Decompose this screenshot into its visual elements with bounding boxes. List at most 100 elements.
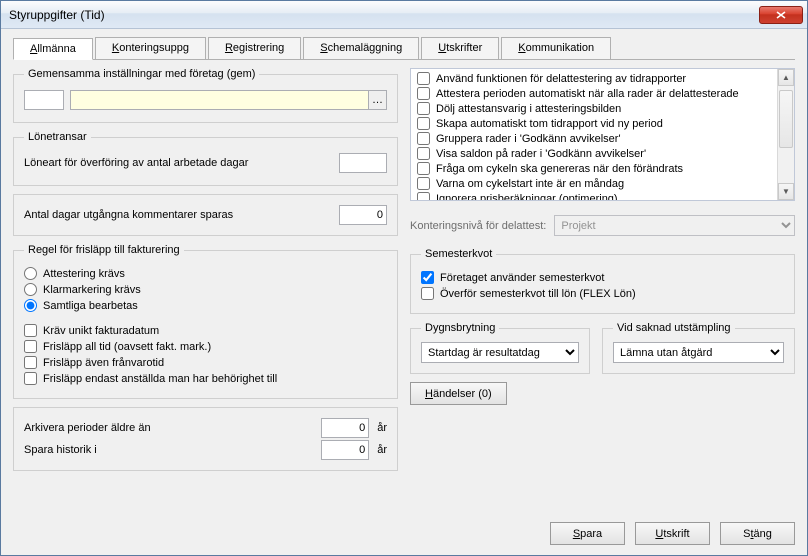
list-item[interactable]: Ignorera prisberäkningar (optimering) [411,191,777,200]
konteringsniva-label: Konteringsnivå för delattest: [410,220,546,232]
check-krav-unikt-label: Kräv unikt fakturadatum [43,325,159,337]
check-frislapp-behorighet[interactable]: Frisläpp endast anställda man har behöri… [24,372,387,385]
tab-schemalaggning[interactable]: Schemaläggning [303,37,419,59]
listbox-scrollbar[interactable]: ▲ ▼ [777,69,794,200]
arkivera-unit: år [377,422,387,434]
check-frislapp-all[interactable]: Frisläpp all tid (oavsett fakt. mark.) [24,340,387,353]
list-item-label: Attestera perioden automatiskt när alla … [436,88,739,100]
radio-samtliga-input[interactable] [24,299,37,312]
dygns-vidsaknad-row: Dygnsbrytning Startdag är resultatdag Vi… [410,322,795,374]
check-frislapp-behorighet-input[interactable] [24,372,37,385]
footer-buttons: Spara Utskrift Stäng [13,513,795,545]
check-overfor-semesterkvot-label: Överför semesterkvot till lön (FLEX Lön) [440,288,636,300]
check-frislapp-franvaro-input[interactable] [24,356,37,369]
check-frislapp-all-label: Frisläpp all tid (oavsett fakt. mark.) [43,341,211,353]
list-item-check[interactable] [417,87,430,100]
tab-allmanna[interactable]: Allmänna [13,38,93,60]
close-icon [776,11,786,19]
group-dygnsbrytning: Dygnsbrytning Startdag är resultatdag [410,322,590,374]
radio-klarmarkering-input[interactable] [24,283,37,296]
tab-utskrifter[interactable]: Utskrifter [421,37,499,59]
gem-browse-field[interactable]: … [70,90,387,110]
group-lonetransar: Lönetransar Löneart för överföring av an… [13,131,398,186]
list-item-check[interactable] [417,192,430,200]
check-frislapp-behorighet-label: Frisläpp endast anställda man har behöri… [43,373,277,385]
list-item-check[interactable] [417,132,430,145]
list-item[interactable]: Använd funktionen för delattestering av … [411,71,777,86]
spara-historik-input[interactable] [321,440,369,460]
list-item-check[interactable] [417,72,430,85]
ellipsis-icon: … [372,94,383,106]
options-list-items: Använd funktionen för delattestering av … [411,69,777,200]
arkivera-box: Arkivera perioder äldre än år Spara hist… [13,407,398,471]
list-item[interactable]: Dölj attestansvarig i attesteringsbilden [411,101,777,116]
list-item[interactable]: Gruppera rader i 'Godkänn avvikelser' [411,131,777,146]
check-overfor-semesterkvot-input[interactable] [421,287,434,300]
arkivera-input[interactable] [321,418,369,438]
check-foretaget-semesterkvot[interactable]: Företaget använder semesterkvot [421,271,784,284]
client-area: Allmänna Konteringsuppg Registrering Sch… [1,29,807,555]
radio-samtliga[interactable]: Samtliga bearbetas [24,299,387,312]
window: Styruppgifter (Tid) Allmänna Konteringsu… [0,0,808,556]
radio-klarmarkering-label: Klarmarkering krävs [43,284,141,296]
list-item-check[interactable] [417,102,430,115]
group-lonetransar-legend: Lönetransar [24,131,91,143]
list-item-label: Ignorera prisberäkningar (optimering) [436,193,618,201]
scroll-thumb[interactable] [779,90,793,148]
list-item-label: Fråga om cykeln ska genereras när den fö… [436,163,683,175]
check-overfor-semesterkvot[interactable]: Överför semesterkvot till lön (FLEX Lön) [421,287,784,300]
gem-browse-button[interactable]: … [368,91,386,109]
list-item-check[interactable] [417,147,430,160]
gem-code-input[interactable] [24,90,64,110]
group-vidsaknad: Vid saknad utstämpling Lämna utan åtgärd [602,322,795,374]
list-item[interactable]: Fråga om cykeln ska genereras när den fö… [411,161,777,176]
antal-dagar-input[interactable] [339,205,387,225]
list-item-label: Gruppera rader i 'Godkänn avvikelser' [436,133,621,145]
utskrift-button[interactable]: Utskrift [635,522,710,545]
antal-dagar-box: Antal dagar utgångna kommentarer sparas [13,194,398,236]
spara-historik-unit: år [377,444,387,456]
check-krav-unikt[interactable]: Kräv unikt fakturadatum [24,324,387,337]
radio-attestering-input[interactable] [24,267,37,280]
scroll-up-button[interactable]: ▲ [778,69,794,86]
spara-button[interactable]: Spara [550,522,625,545]
group-gemensamma: Gemensamma inställningar med företag (ge… [13,68,398,123]
list-item[interactable]: Attestera perioden automatiskt när alla … [411,86,777,101]
left-column: Gemensamma inställningar med företag (ge… [13,68,398,513]
vidsaknad-combo[interactable]: Lämna utan åtgärd [613,342,784,363]
konteringsniva-combo[interactable]: Projekt [554,215,795,236]
radio-attestering-label: Attestering krävs [43,268,125,280]
chevron-up-icon: ▲ [782,73,790,82]
list-item[interactable]: Visa saldon på rader i 'Godkänn avvikels… [411,146,777,161]
list-item-label: Skapa automatiskt tom tidrapport vid ny … [436,118,663,130]
scroll-track[interactable] [778,86,794,183]
scroll-down-button[interactable]: ▼ [778,183,794,200]
spara-historik-label: Spara historik i [24,444,313,456]
tab-registrering[interactable]: Registrering [208,37,301,59]
check-krav-unikt-input[interactable] [24,324,37,337]
check-foretaget-semesterkvot-input[interactable] [421,271,434,284]
dygnsbrytning-combo[interactable]: Startdag är resultatdag [421,342,579,363]
check-frislapp-all-input[interactable] [24,340,37,353]
tab-bar: Allmänna Konteringsuppg Registrering Sch… [13,37,795,60]
check-frislapp-franvaro-label: Frisläpp även frånvarotid [43,357,164,369]
list-item-label: Visa saldon på rader i 'Godkänn avvikels… [436,148,646,160]
list-item[interactable]: Skapa automatiskt tom tidrapport vid ny … [411,116,777,131]
list-item-check[interactable] [417,117,430,130]
group-semesterkvot: Semesterkvot Företaget använder semester… [410,248,795,314]
list-item[interactable]: Varna om cykelstart inte är en måndag [411,176,777,191]
lonetransar-input[interactable] [339,153,387,173]
list-item-check[interactable] [417,162,430,175]
stang-button[interactable]: Stäng [720,522,795,545]
radio-klarmarkering[interactable]: Klarmarkering krävs [24,283,387,296]
list-item-check[interactable] [417,177,430,190]
tab-konteringsuppg[interactable]: Konteringsuppg [95,37,206,59]
close-button[interactable] [759,6,803,24]
radio-attestering[interactable]: Attestering krävs [24,267,387,280]
group-dygnsbrytning-legend: Dygnsbrytning [421,322,499,334]
handelser-button[interactable]: Händelser (0) [410,382,507,405]
options-listbox[interactable]: Använd funktionen för delattestering av … [410,68,795,201]
tab-kommunikation[interactable]: Kommunikation [501,37,611,59]
chevron-down-icon: ▼ [782,187,790,196]
check-frislapp-franvaro[interactable]: Frisläpp även frånvarotid [24,356,387,369]
